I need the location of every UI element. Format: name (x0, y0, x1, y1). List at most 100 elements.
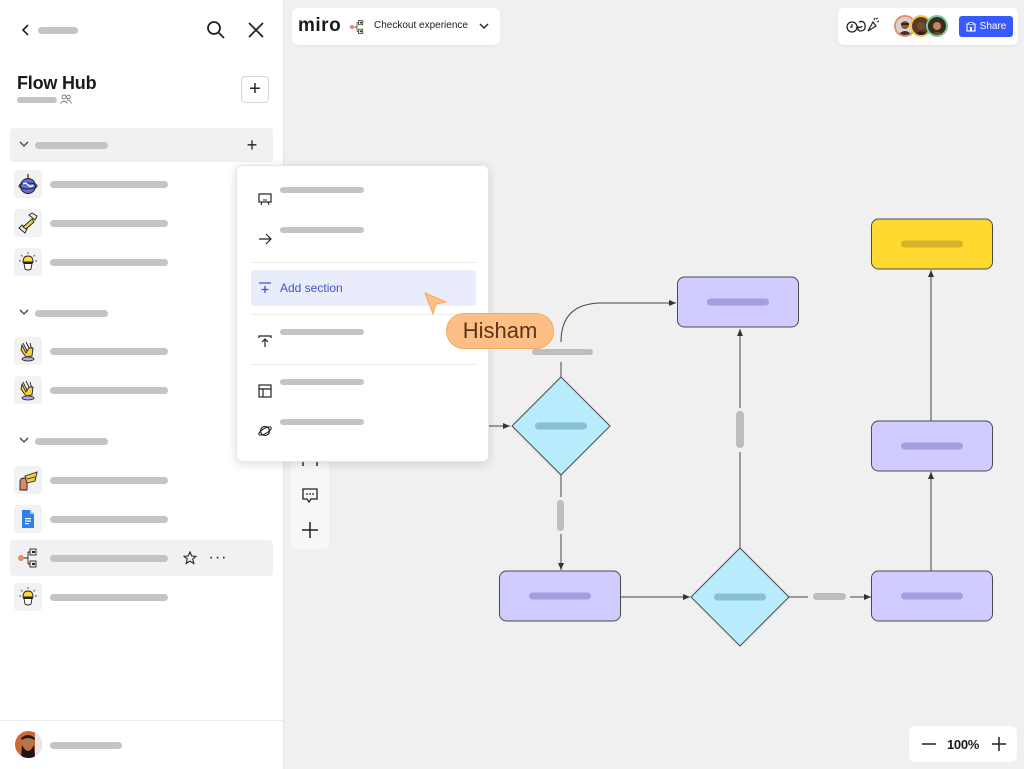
presentation-icon (258, 193, 272, 206)
miro-logo[interactable]: miro (298, 15, 341, 37)
group-header[interactable]: + (10, 128, 273, 162)
search-button[interactable] (204, 18, 228, 42)
list-item[interactable] (10, 205, 273, 241)
item-title-placeholder (50, 555, 168, 562)
menu-item[interactable] (251, 180, 476, 216)
back-button[interactable] (16, 20, 36, 40)
share-button[interactable]: Share (959, 16, 1013, 37)
people-icon (60, 94, 72, 104)
menu-divider (251, 364, 476, 365)
node-label-placeholder (707, 298, 769, 306)
list-item[interactable] (10, 501, 273, 537)
star-icon (183, 551, 197, 565)
collaborator-avatar[interactable] (926, 15, 948, 37)
flow-node-terminal-top-right[interactable] (871, 218, 993, 270)
zoom-level[interactable]: 100% (947, 737, 979, 752)
menu-item[interactable] (251, 220, 476, 256)
add-button[interactable]: + (241, 76, 269, 103)
sidebar-header (0, 0, 284, 60)
comment-tool[interactable] (299, 484, 321, 506)
node-label-placeholder (529, 592, 591, 600)
user-name-placeholder (50, 742, 122, 749)
more-button[interactable]: ··· (208, 548, 228, 568)
chevron-left-icon (21, 24, 29, 36)
list-item[interactable] (10, 244, 273, 280)
menu-item-placeholder (280, 379, 364, 385)
add-menu: Add section (236, 165, 489, 462)
edge-label-placeholder (736, 411, 744, 448)
arrow-right-icon (259, 233, 272, 245)
hub-subtitle-placeholder (17, 97, 57, 103)
chevron-down-icon (19, 437, 29, 443)
menu-item-placeholder (280, 329, 364, 335)
share-label: Share (979, 21, 1007, 32)
edge-label-placeholder (813, 593, 846, 600)
document-icon (14, 505, 42, 533)
close-button[interactable] (244, 18, 268, 42)
plus-icon (302, 522, 318, 538)
board-bar: miro Checkout experience (292, 8, 500, 45)
list-item-selected[interactable]: ··· (10, 540, 273, 576)
close-icon (248, 22, 264, 38)
edge-label-placeholder (557, 500, 564, 531)
add-section-label: Add section (280, 281, 343, 295)
upload-icon (258, 335, 272, 347)
item-title-placeholder (50, 348, 168, 355)
handshake-icon (14, 209, 42, 237)
menu-item[interactable] (251, 412, 476, 448)
lightbulb-icon (14, 583, 42, 611)
globe-icon (14, 170, 42, 198)
flow-node-process-right[interactable] (871, 420, 993, 472)
flow-node-process-bottom-left[interactable] (499, 570, 621, 622)
item-title-placeholder (50, 220, 168, 227)
chevron-down-icon (19, 141, 29, 147)
share-board-icon (966, 21, 976, 32)
board-name[interactable]: Checkout experience (374, 20, 468, 31)
more-tools-button[interactable] (299, 519, 321, 541)
list-item[interactable] (10, 462, 273, 498)
waving-hand-icon (14, 337, 42, 365)
flow-node-process-top[interactable] (677, 276, 799, 328)
user-avatar[interactable] (15, 731, 42, 758)
group-add-button[interactable]: + (241, 134, 263, 156)
menu-item-placeholder (280, 187, 364, 193)
zoom-out-button[interactable] (917, 732, 941, 756)
list-item[interactable] (10, 579, 273, 615)
node-label-placeholder (901, 442, 963, 450)
group-header[interactable] (10, 296, 273, 330)
item-title-placeholder (50, 259, 168, 266)
minus-icon (922, 743, 936, 745)
sidebar-footer (0, 720, 284, 769)
chevron-down-icon (19, 309, 29, 315)
breadcrumb-placeholder (38, 27, 78, 34)
list-item[interactable] (10, 372, 273, 408)
collaborator-cursor-icon (424, 292, 448, 316)
menu-item[interactable] (251, 372, 476, 408)
menu-divider (251, 262, 476, 263)
comment-icon (302, 488, 318, 504)
flow-node-process-bottom-right[interactable] (871, 570, 993, 622)
plus-icon (992, 737, 1006, 751)
add-section-icon (259, 282, 271, 293)
item-title-placeholder (50, 516, 168, 523)
reactions-icon[interactable] (846, 17, 880, 35)
lightbulb-icon (14, 248, 42, 276)
item-title-placeholder (50, 387, 168, 394)
group-title-placeholder (35, 438, 108, 445)
group-title-placeholder (35, 310, 108, 317)
waving-hand-icon (14, 376, 42, 404)
layout-icon (258, 384, 272, 398)
item-title-placeholder (50, 477, 168, 484)
search-icon (207, 21, 225, 39)
list-item[interactable] (10, 333, 273, 369)
menu-item[interactable] (251, 322, 476, 358)
flowchart-icon (14, 544, 42, 572)
edge-label-placeholder (532, 349, 593, 355)
group-header[interactable] (10, 424, 273, 458)
list-item[interactable] (10, 166, 273, 202)
star-button[interactable] (180, 548, 200, 568)
zoom-in-button[interactable] (987, 732, 1011, 756)
chevron-down-icon[interactable] (478, 20, 490, 32)
node-label-placeholder (535, 422, 587, 430)
zoom-control: 100% (909, 726, 1017, 762)
